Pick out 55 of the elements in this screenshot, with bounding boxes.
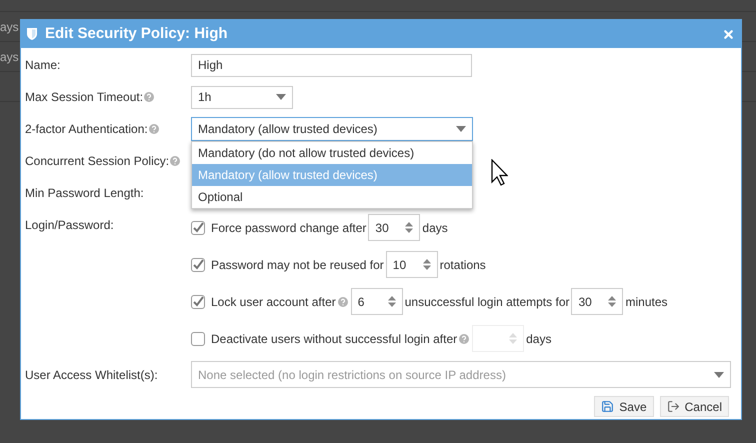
option-text: unsuccessful login attempts for <box>404 294 570 310</box>
number-field[interactable]: 30 <box>368 214 420 241</box>
field-label: Login/Password: <box>25 217 114 234</box>
number-field[interactable]: 30 <box>571 288 624 315</box>
field-label: Min Password Length: <box>25 185 144 202</box>
number-field[interactable]: 10 <box>386 251 438 278</box>
checkbox[interactable] <box>191 332 205 346</box>
number-value: 30 <box>578 294 592 310</box>
name-input[interactable]: High <box>191 54 472 76</box>
option-text: minutes <box>625 294 668 310</box>
help-icon <box>144 92 154 102</box>
field-label: Concurrent Session Policy: <box>25 153 170 170</box>
close-icon[interactable] <box>722 28 735 40</box>
option-text: days <box>422 220 448 236</box>
field-label: Name: <box>25 57 60 74</box>
dialog-title: Edit Security Policy: High <box>45 24 228 44</box>
cancel-button[interactable]: Cancel <box>660 396 729 417</box>
option-text: Lock user account after <box>211 294 336 310</box>
caret-icon <box>456 126 466 132</box>
checkbox[interactable] <box>191 258 205 272</box>
option-text: Password may not be reused for <box>211 256 384 274</box>
field-label: User Access Whitelist(s): <box>25 366 158 384</box>
option-text: days <box>526 330 552 348</box>
checkbox[interactable] <box>191 294 205 308</box>
exit-icon <box>666 400 680 413</box>
number-value: 30 <box>375 220 389 236</box>
option-text: rotations <box>440 256 486 274</box>
spinner-arrows-icon[interactable] <box>608 296 616 307</box>
spinner-arrows-icon[interactable] <box>422 259 431 270</box>
timeout-select[interactable]: 1h <box>191 86 293 108</box>
shield-icon <box>27 28 37 40</box>
save-button[interactable]: Save <box>594 396 654 417</box>
number-value: 6 <box>358 294 364 310</box>
table-cell-text: ays <box>0 48 19 66</box>
dropdown-option[interactable]: Optional <box>192 186 472 208</box>
spinner-arrows-icon[interactable] <box>405 222 414 233</box>
field-label: Max Session Timeout: <box>25 89 144 106</box>
field-label: 2-factor Authentication: <box>25 121 148 138</box>
dropdown-option[interactable]: Mandatory (do not allow trusted devices) <box>192 142 472 164</box>
number-field[interactable]: 6 <box>350 288 403 315</box>
help-icon <box>459 334 470 344</box>
save-icon <box>601 400 614 413</box>
help-icon <box>148 124 159 134</box>
authentication-select[interactable]: Mandatory (allow trusted devices) <box>191 117 473 141</box>
mouse-pointer-icon <box>491 159 508 186</box>
spinner-arrows-icon[interactable] <box>388 296 396 307</box>
caret-icon <box>276 94 286 100</box>
option-text: Force password change after <box>211 220 366 236</box>
help-icon <box>170 156 180 166</box>
caret-icon <box>714 372 724 378</box>
table-cell-text: ays <box>0 18 19 36</box>
option-text: Deactivate users without successful login after <box>211 330 458 348</box>
number-value: 10 <box>392 256 406 274</box>
help-icon <box>338 296 348 306</box>
checkbox[interactable] <box>191 220 205 234</box>
